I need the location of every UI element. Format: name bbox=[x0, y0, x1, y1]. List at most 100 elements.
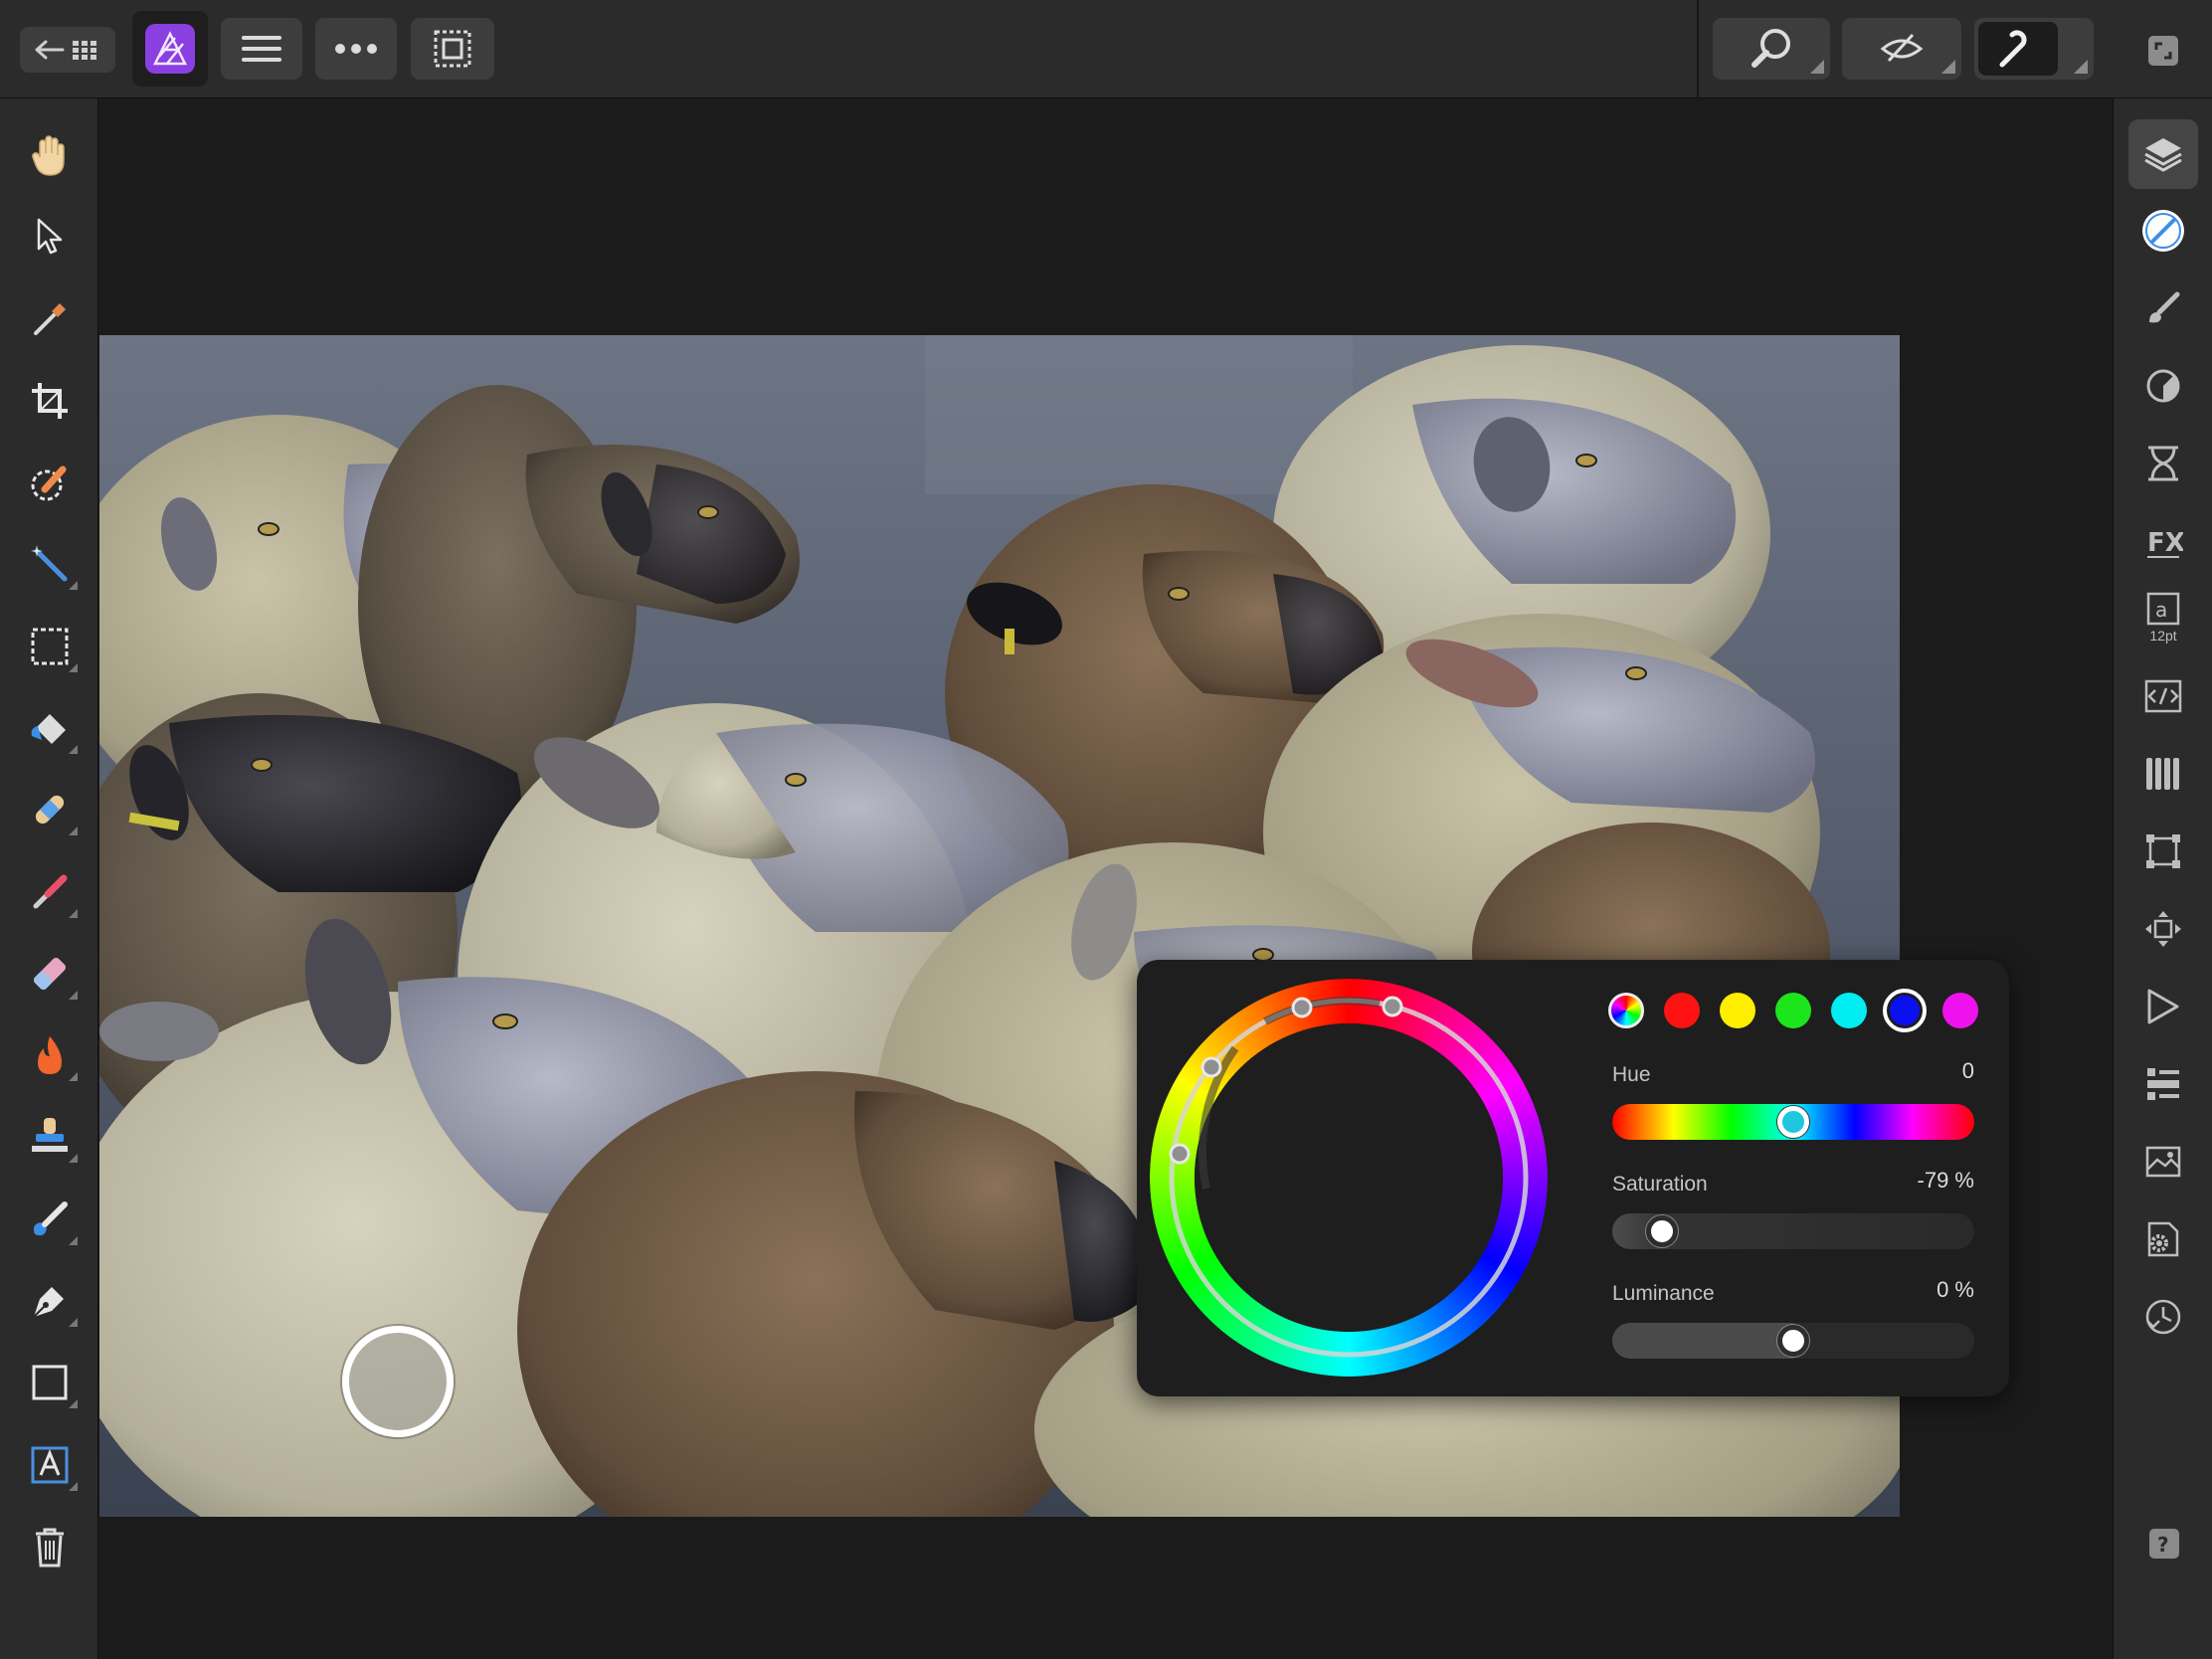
swatch-green[interactable] bbox=[1775, 993, 1811, 1028]
paint-brush-tool-icon bbox=[33, 874, 68, 909]
luminance-slider-knob[interactable] bbox=[1777, 1325, 1809, 1357]
shape-tool-button[interactable] bbox=[20, 1353, 80, 1412]
paint-brush-tool-button[interactable] bbox=[20, 862, 80, 922]
persona-button[interactable] bbox=[132, 11, 208, 87]
delete-button[interactable] bbox=[20, 1517, 80, 1576]
brushes-panel-button[interactable] bbox=[2128, 274, 2198, 343]
layers-panel-icon bbox=[2144, 138, 2182, 172]
fx-panel-button[interactable]: FX bbox=[2128, 506, 2198, 576]
swatch-magenta[interactable] bbox=[1942, 993, 1978, 1028]
svg-text:a: a bbox=[2155, 598, 2167, 622]
snapping-icon bbox=[1999, 30, 2027, 68]
clone-tool-button[interactable] bbox=[20, 1107, 80, 1167]
fx-panel-icon: FX bbox=[2147, 528, 2183, 558]
text-panel-size-label: 12pt bbox=[2149, 628, 2177, 644]
saturation-value[interactable]: -79 % bbox=[1835, 1168, 1974, 1194]
selection-mode-icon bbox=[434, 30, 471, 68]
color-panel-icon bbox=[2142, 210, 2184, 252]
luminance-slider[interactable] bbox=[1612, 1323, 1974, 1359]
hue-range-wheel[interactable] bbox=[1145, 974, 1553, 1382]
history-panel-icon bbox=[2147, 989, 2179, 1024]
text-tool-button[interactable] bbox=[20, 1435, 80, 1495]
brushes-panel-icon bbox=[2149, 291, 2180, 323]
stock-panel-icon bbox=[2147, 1068, 2179, 1100]
view-mode-menu-indicator bbox=[1941, 60, 1955, 74]
clone-stamp-tool-icon bbox=[32, 1118, 68, 1152]
back-to-home-button[interactable] bbox=[20, 27, 115, 73]
healing-brush-tool-icon bbox=[35, 795, 65, 825]
dodge-burn-tool-icon bbox=[38, 1036, 62, 1074]
color-picker-tool-icon bbox=[34, 303, 66, 335]
luminance-value[interactable]: 0 % bbox=[1875, 1277, 1974, 1303]
hue-slider[interactable] bbox=[1612, 1104, 1974, 1140]
styles-panel-button[interactable] bbox=[2128, 1127, 2198, 1197]
swatch-all-colors[interactable] bbox=[1608, 993, 1644, 1028]
saturation-slider[interactable] bbox=[1612, 1213, 1974, 1249]
flood-select-tool-button[interactable] bbox=[20, 534, 80, 594]
erase-brush-tool-icon bbox=[33, 957, 67, 991]
adjustments-panel-button[interactable] bbox=[2128, 351, 2198, 421]
channels-panel-icon bbox=[2146, 758, 2179, 790]
more-options-button[interactable] bbox=[315, 18, 397, 80]
selection-brush-tool-icon bbox=[31, 465, 67, 501]
fullscreen-button[interactable] bbox=[2146, 34, 2180, 68]
settings-panel-button[interactable] bbox=[2128, 1204, 2198, 1274]
hand-tool-button[interactable] bbox=[20, 125, 80, 185]
view-mode-button[interactable] bbox=[1842, 18, 1961, 80]
layers-panel-button[interactable] bbox=[2128, 119, 2198, 189]
studio-panel-strip: FX a 12pt ? bbox=[2113, 98, 2212, 1659]
adjustments-panel-icon bbox=[2146, 369, 2180, 403]
main-menu-button[interactable] bbox=[221, 18, 302, 80]
hue-slider-knob[interactable] bbox=[1777, 1106, 1809, 1138]
macros-panel-button[interactable] bbox=[2128, 661, 2198, 731]
view-mode-icon bbox=[1880, 33, 1924, 63]
text-tool-submenu-indicator bbox=[69, 1482, 78, 1491]
color-picker-tool-button[interactable] bbox=[20, 289, 80, 349]
flood-select-tool-submenu-indicator bbox=[69, 581, 78, 590]
swatch-yellow[interactable] bbox=[1720, 993, 1755, 1028]
text-panel-button[interactable]: a 12pt bbox=[2128, 583, 2198, 652]
snapping-button[interactable] bbox=[1974, 18, 2094, 80]
paint-brush-tool-submenu-indicator bbox=[69, 909, 78, 918]
saturation-slider-knob[interactable] bbox=[1646, 1215, 1678, 1247]
swatch-cyan[interactable] bbox=[1831, 993, 1867, 1028]
live-filters-panel-button[interactable] bbox=[2128, 429, 2198, 498]
selection-mode-button[interactable] bbox=[411, 18, 494, 80]
smudge-tool-button[interactable] bbox=[20, 1190, 80, 1249]
transform-panel-icon bbox=[2146, 834, 2180, 868]
healing-brush-tool-button[interactable] bbox=[20, 780, 80, 839]
zoom-view-button[interactable] bbox=[1713, 18, 1830, 80]
burn-tool-button[interactable] bbox=[20, 1025, 80, 1085]
hamburger-menu-icon bbox=[242, 36, 281, 62]
zoom-view-icon bbox=[1751, 29, 1790, 68]
live-filters-panel-icon bbox=[2148, 446, 2178, 481]
swatch-red[interactable] bbox=[1664, 993, 1700, 1028]
erase-brush-tool-button[interactable] bbox=[20, 944, 80, 1004]
navigator-panel-button[interactable] bbox=[2128, 894, 2198, 964]
stock-panel-button[interactable] bbox=[2128, 1049, 2198, 1119]
help-icon: ? bbox=[2149, 1529, 2179, 1559]
crop-tool-button[interactable] bbox=[20, 371, 80, 431]
pen-tool-button[interactable] bbox=[20, 1271, 80, 1331]
shape-tool-submenu-indicator bbox=[69, 1399, 78, 1408]
timeline-panel-button[interactable] bbox=[2128, 1282, 2198, 1352]
swatch-blue-selected[interactable] bbox=[1883, 989, 1927, 1032]
selection-brush-tool-button[interactable] bbox=[20, 453, 80, 512]
marquee-tool-button[interactable] bbox=[20, 617, 80, 676]
color-panel-button[interactable] bbox=[2128, 196, 2198, 266]
history-panel-button[interactable] bbox=[2128, 972, 2198, 1041]
hue-value[interactable]: 0 bbox=[1875, 1058, 1974, 1084]
navigator-panel-icon bbox=[2145, 911, 2181, 947]
help-button[interactable]: ? bbox=[2149, 1529, 2179, 1559]
top-toolbar bbox=[0, 0, 2212, 98]
brush-cursor bbox=[342, 1326, 454, 1437]
affinity-photo-icon bbox=[145, 24, 195, 74]
transform-panel-button[interactable] bbox=[2128, 817, 2198, 886]
move-tool-button[interactable] bbox=[20, 207, 80, 267]
smudge-tool-icon bbox=[33, 1201, 68, 1236]
more-icon bbox=[335, 44, 377, 54]
channels-panel-button[interactable] bbox=[2128, 739, 2198, 809]
flood-fill-tool-button[interactable] bbox=[20, 698, 80, 758]
flood-select-tool-icon bbox=[31, 545, 68, 582]
rectangle-shape-tool-icon bbox=[32, 1365, 68, 1400]
